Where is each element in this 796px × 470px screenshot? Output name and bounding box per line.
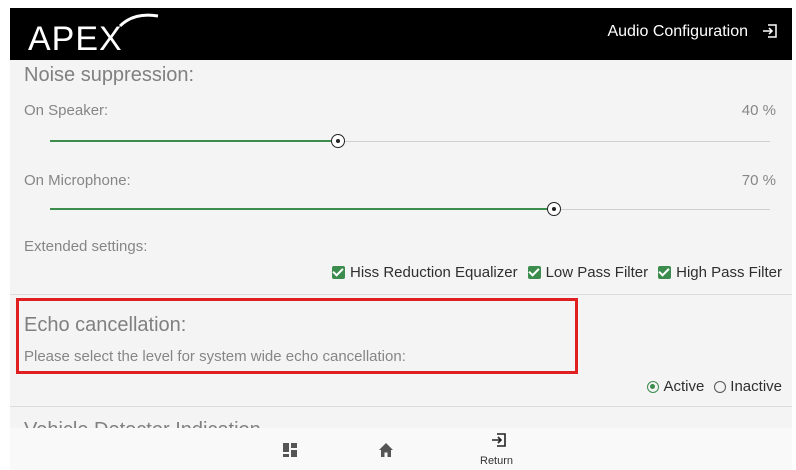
return-button[interactable]: Return xyxy=(474,428,524,470)
extended-settings-label: Extended settings: xyxy=(24,238,148,255)
slider-fill xyxy=(50,208,554,210)
app-frame: APEX Audio Configuration Noise suppressi… xyxy=(0,0,796,470)
radio-selected-icon[interactable] xyxy=(647,380,660,393)
radio-label: Inactive xyxy=(730,378,782,395)
return-icon[interactable] xyxy=(491,432,507,448)
apex-logo-mark: APEX xyxy=(28,13,159,58)
home-icon[interactable] xyxy=(378,442,394,458)
logo-text: APEX xyxy=(28,20,123,56)
extended-settings-options: Hiss Reduction Equalizer Low Pass Filter… xyxy=(332,264,782,281)
checkbox-checked-icon[interactable] xyxy=(527,266,541,279)
microphone-slider[interactable] xyxy=(50,202,770,218)
return-label: Return xyxy=(480,455,514,467)
dashboard-button[interactable] xyxy=(270,428,310,470)
slider-thumb[interactable] xyxy=(547,202,561,216)
checkbox-label: Low Pass Filter xyxy=(545,264,649,281)
checkbox-checked-icon[interactable] xyxy=(332,266,345,279)
speaker-label: On Speaker: xyxy=(24,102,109,119)
speaker-slider[interactable] xyxy=(50,134,770,150)
radio-unselected-icon[interactable] xyxy=(714,380,727,393)
radio-active[interactable]: Active xyxy=(647,378,704,395)
slider-thumb[interactable] xyxy=(331,134,345,148)
microphone-value: 70 % xyxy=(741,172,776,189)
exit-icon[interactable] xyxy=(762,23,778,44)
page-title: Audio Configuration xyxy=(607,23,748,40)
highlight-annotation xyxy=(16,298,578,374)
section-divider xyxy=(10,406,792,407)
high-pass-filter-checkbox[interactable]: High Pass Filter xyxy=(658,264,782,281)
echo-cancellation-options: Active Inactive xyxy=(647,378,782,395)
section-divider xyxy=(10,294,792,295)
microphone-label: On Microphone: xyxy=(24,172,131,189)
slider-fill xyxy=(50,140,338,142)
noise-suppression-title: Noise suppression: xyxy=(24,64,195,86)
dashboard-icon[interactable] xyxy=(282,442,298,458)
bottom-navigation: Return xyxy=(10,428,792,470)
speaker-value: 40 % xyxy=(741,102,776,119)
app-header: APEX Audio Configuration xyxy=(10,8,792,60)
low-pass-filter-checkbox[interactable]: Low Pass Filter xyxy=(527,264,649,281)
radio-inactive[interactable]: Inactive xyxy=(714,378,782,395)
apex-logo: APEX xyxy=(24,12,164,61)
radio-label: Active xyxy=(663,378,705,395)
checkbox-label: Hiss Reduction Equalizer xyxy=(350,264,518,281)
home-button[interactable] xyxy=(366,428,406,470)
checkbox-label: High Pass Filter xyxy=(676,264,782,281)
checkbox-checked-icon[interactable] xyxy=(658,266,672,279)
vehicle-detector-title-partial: Vehicle Detector Indication xyxy=(24,416,261,428)
hiss-reduction-checkbox[interactable]: Hiss Reduction Equalizer xyxy=(332,264,518,281)
